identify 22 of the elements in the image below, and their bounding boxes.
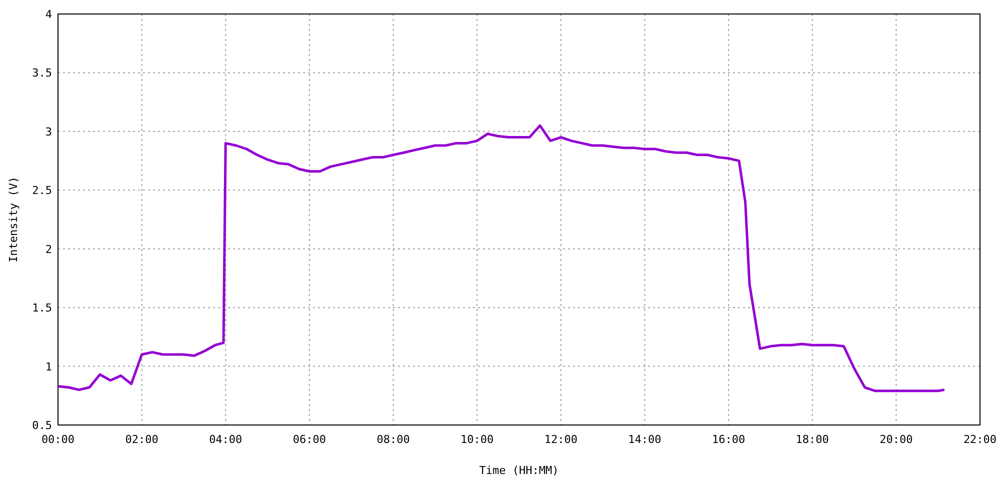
x-tick-label: 16:00: [712, 433, 746, 446]
x-tick-label: 12:00: [544, 433, 578, 446]
x-tick-label: 08:00: [376, 433, 410, 446]
x-tick-label: 06:00: [292, 433, 326, 446]
y-tick-label: 3.5: [32, 66, 52, 80]
y-axis-label: Intensity (V): [7, 176, 20, 263]
x-tick-label: 04:00: [209, 433, 242, 446]
x-tick-label: 14:00: [628, 433, 662, 446]
x-tick-label: 00:00: [41, 433, 75, 446]
y-tick-label: 1: [45, 360, 52, 374]
x-axis-label: Time (HH:MM): [479, 464, 559, 477]
y-tick-label: 3: [45, 125, 52, 138]
y-tick-label: 0.5: [32, 419, 52, 432]
y-tick-label: 2.5: [32, 184, 52, 198]
x-tick-label: 18:00: [796, 433, 829, 446]
y-tick-label: 4: [45, 8, 52, 21]
x-tick-label: 02:00: [125, 433, 158, 446]
y-tick-label: 1.5: [32, 302, 52, 315]
x-tick-label: 20:00: [880, 433, 913, 446]
y-tick-label: 2: [45, 242, 52, 256]
x-tick-label: 22:00: [963, 433, 997, 446]
x-tick-label: 10:00: [460, 433, 494, 446]
